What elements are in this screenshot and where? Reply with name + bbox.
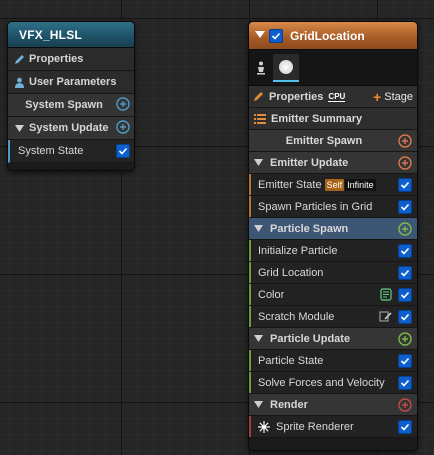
cpu-sim-badge: CPU xyxy=(328,91,346,102)
add-stage-button[interactable]: + Stage xyxy=(373,88,413,105)
add-module-icon[interactable] xyxy=(398,155,412,170)
user-icon xyxy=(12,77,26,88)
list-icon xyxy=(254,113,266,124)
grid-location-checkbox[interactable] xyxy=(398,265,412,280)
chevron-down-icon[interactable] xyxy=(254,334,266,344)
script-note-icon[interactable] xyxy=(380,288,392,301)
emitter-properties-label: Properties xyxy=(269,90,324,103)
system-state-label: System State xyxy=(18,145,84,157)
emitter-title: GridLocation xyxy=(290,28,365,43)
scratch-module-checkbox[interactable] xyxy=(398,309,412,324)
add-module-icon[interactable] xyxy=(398,133,412,148)
pencil-icon xyxy=(12,54,26,65)
system-update-label: System Update xyxy=(29,122,109,134)
system-node[interactable]: VFX_HLSL Properties User Parameters Syst… xyxy=(7,21,135,171)
chevron-down-icon[interactable] xyxy=(254,400,266,410)
plus-icon: + xyxy=(373,88,382,105)
chevron-down-icon[interactable] xyxy=(254,158,266,168)
initialize-particle-row[interactable]: Initialize Particle xyxy=(249,240,417,262)
color-row[interactable]: Color xyxy=(249,284,417,306)
particle-update-row[interactable]: Particle Update xyxy=(249,328,417,350)
emitter-update-label: Emitter Update xyxy=(270,156,349,169)
chevron-down-icon[interactable] xyxy=(12,124,26,132)
emitter-thumbnail[interactable] xyxy=(273,53,299,82)
system-spawn-label: System Spawn xyxy=(25,99,103,111)
self-tag: Self xyxy=(324,178,345,191)
scratch-module-label: Scratch Module xyxy=(258,310,335,323)
emitter-summary-row[interactable]: Emitter Summary xyxy=(249,108,417,130)
emitter-state-checkbox[interactable] xyxy=(398,177,412,192)
add-module-icon[interactable] xyxy=(116,96,130,114)
system-properties-label: Properties xyxy=(29,53,84,65)
system-spawn-row[interactable]: System Spawn xyxy=(8,94,134,117)
grid-location-row[interactable]: Grid Location xyxy=(249,262,417,284)
user-parameters-row[interactable]: User Parameters xyxy=(8,71,134,94)
add-module-icon[interactable] xyxy=(116,119,130,137)
add-module-icon[interactable] xyxy=(398,331,412,346)
emitter-update-row[interactable]: Emitter Update xyxy=(249,152,417,174)
emitter-node[interactable]: GridLocation Properties CPU + Stage Emit… xyxy=(248,21,418,451)
particle-state-label: Particle State xyxy=(258,354,324,367)
render-row[interactable]: Render xyxy=(249,394,417,416)
spawn-particles-in-grid-checkbox[interactable] xyxy=(398,199,412,214)
sprite-preview-icon xyxy=(279,59,293,74)
grid-location-label: Grid Location xyxy=(258,266,324,279)
system-state-checkbox[interactable] xyxy=(116,144,130,158)
initialize-particle-checkbox[interactable] xyxy=(398,243,412,258)
user-parameters-label: User Parameters xyxy=(29,76,117,88)
emitter-spawn-row[interactable]: Emitter Spawn xyxy=(249,130,417,152)
color-checkbox[interactable] xyxy=(398,287,412,302)
scratch-module-row[interactable]: Scratch Module xyxy=(249,306,417,328)
emitter-state-row[interactable]: Emitter State Self Infinite xyxy=(249,174,417,196)
emitter-thumbnail-row xyxy=(249,50,417,86)
sprite-burst-icon xyxy=(258,420,270,433)
emitter-state-label: Emitter State xyxy=(258,178,322,191)
system-node-title[interactable]: VFX_HLSL xyxy=(8,22,134,48)
emitter-spawn-label: Emitter Spawn xyxy=(285,134,363,147)
emitter-enabled-checkbox[interactable] xyxy=(269,28,283,43)
particle-state-checkbox[interactable] xyxy=(398,353,412,368)
sprite-renderer-label: Sprite Renderer xyxy=(276,420,354,433)
edit-script-icon[interactable] xyxy=(379,310,392,323)
render-label: Render xyxy=(270,398,308,411)
system-state-row[interactable]: System State xyxy=(8,140,134,163)
scalability-icon[interactable] xyxy=(255,61,267,75)
solve-forces-row[interactable]: Solve Forces and Velocity xyxy=(249,372,417,394)
chevron-down-icon[interactable] xyxy=(254,224,266,234)
color-label: Color xyxy=(258,288,285,301)
particle-spawn-label: Particle Spawn xyxy=(270,222,349,235)
stage-button-label: Stage xyxy=(384,90,413,103)
spawn-particles-in-grid-label: Spawn Particles in Grid xyxy=(258,200,373,213)
emitter-summary-label: Emitter Summary xyxy=(271,112,363,125)
sprite-renderer-checkbox[interactable] xyxy=(398,419,412,434)
emitter-node-title-bar[interactable]: GridLocation xyxy=(249,22,417,50)
sprite-renderer-row[interactable]: Sprite Renderer xyxy=(249,416,417,438)
system-properties-row[interactable]: Properties xyxy=(8,48,134,71)
emitter-properties-row[interactable]: Properties CPU + Stage xyxy=(249,86,417,108)
particle-update-label: Particle Update xyxy=(270,332,351,345)
solve-forces-label: Solve Forces and Velocity xyxy=(258,376,385,389)
system-update-row[interactable]: System Update xyxy=(8,117,134,140)
chevron-down-icon[interactable] xyxy=(255,30,269,41)
initialize-particle-label: Initialize Particle xyxy=(258,244,338,257)
add-module-icon[interactable] xyxy=(398,221,412,236)
add-renderer-icon[interactable] xyxy=(398,397,412,412)
particle-state-row[interactable]: Particle State xyxy=(249,350,417,372)
particle-spawn-row[interactable]: Particle Spawn xyxy=(249,218,417,240)
spawn-particles-in-grid-row[interactable]: Spawn Particles in Grid xyxy=(249,196,417,218)
pencil-icon xyxy=(253,91,264,102)
infinite-tag: Infinite xyxy=(345,178,376,191)
solve-forces-checkbox[interactable] xyxy=(398,375,412,390)
